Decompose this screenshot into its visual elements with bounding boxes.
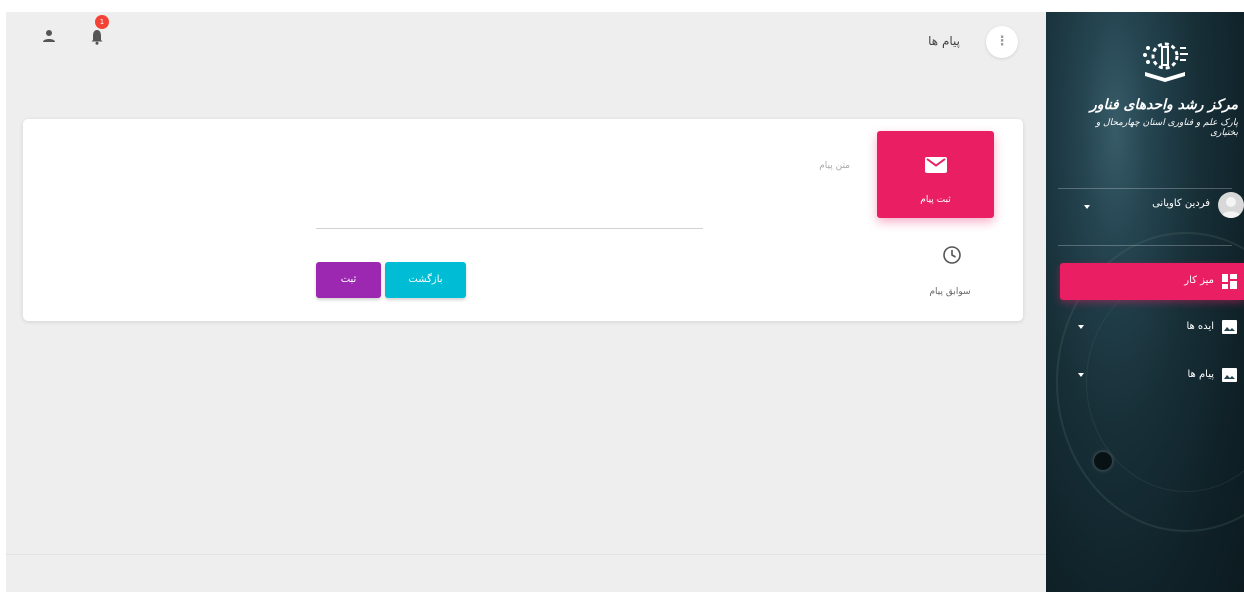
caret-down-icon[interactable] <box>1084 205 1090 209</box>
sidebar-item-messages[interactable]: پیام ها <box>1060 361 1244 391</box>
person-icon[interactable] <box>42 29 56 43</box>
sidebar-item-label: میز کار <box>1184 275 1214 286</box>
back-button[interactable]: بازگشت <box>385 262 466 298</box>
sidebar: مرکز رشد واحدهای فناور پارک علم و فناوری… <box>1046 12 1244 592</box>
avatar[interactable] <box>1218 192 1244 218</box>
dashboard-icon <box>1222 274 1237 289</box>
sidebar-item-label: پیام ها <box>1187 369 1214 380</box>
logo-title: مرکز رشد واحدهای فناور <box>1089 97 1238 113</box>
sidebar-item-dashboard[interactable]: میز کار <box>1060 263 1244 300</box>
sidebar-item-ideas[interactable]: ایده ها <box>1060 313 1244 343</box>
footer-divider <box>6 554 1046 555</box>
notification-badge: 1 <box>95 15 109 29</box>
user-name[interactable]: فردین کاویانی <box>1116 198 1210 209</box>
bell-icon[interactable] <box>89 29 105 45</box>
tab-message-history-label: سوابق پیام <box>929 287 971 297</box>
sidebar-divider <box>1058 245 1232 246</box>
envelope-icon <box>925 157 947 173</box>
logo-subtitle: پارک علم و فناوری استان چهارمحال و بختیا… <box>1095 118 1238 138</box>
background-orb <box>1094 452 1112 470</box>
sidebar-item-label: ایده ها <box>1186 321 1214 332</box>
tab-new-message-label: ثبت پیام <box>920 195 951 205</box>
message-text-field[interactable] <box>316 228 703 229</box>
sidebar-divider <box>1058 188 1232 189</box>
message-field-label: متن پیام <box>819 161 850 171</box>
avatar-person-icon <box>1221 197 1241 218</box>
caret-down-icon[interactable] <box>1078 325 1084 329</box>
image-icon <box>1222 368 1237 382</box>
more-vert-icon[interactable]: ⋮ <box>986 26 1018 58</box>
submit-button[interactable]: ثبت <box>316 262 381 298</box>
image-icon <box>1222 320 1237 334</box>
message-card <box>23 119 1023 321</box>
clock-icon <box>943 246 961 264</box>
page-title: پیام ها <box>928 34 960 48</box>
tab-new-message[interactable]: ثبت پیام <box>877 131 994 218</box>
logo-icon <box>1143 42 1188 82</box>
tab-message-history[interactable]: سوابق پیام <box>900 245 1000 305</box>
caret-down-icon[interactable] <box>1078 373 1084 377</box>
